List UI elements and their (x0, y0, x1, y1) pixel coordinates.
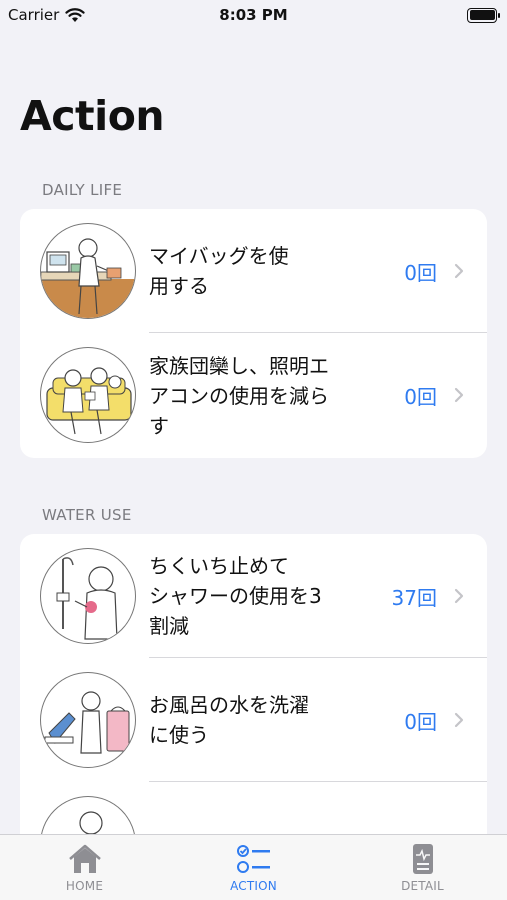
detail-document-icon (412, 844, 433, 874)
battery-icon (467, 7, 500, 23)
item-title-line: ちくいち止めて (149, 554, 289, 578)
daily-life-list: マイバッグを使 用する 0回 家族団欒し、照明エ アコンの使用を減ら す 0回 (20, 209, 487, 458)
action-count: 0回 (404, 384, 437, 409)
tab-label: HOME (65, 879, 104, 893)
status-bar: Carrier 8:03 PM (0, 0, 507, 30)
item-title-line: アコンの使用を減ら (149, 384, 329, 408)
item-title: ちくいち止めて シャワーの使用を3 割減 (149, 551, 369, 641)
item-title: お風呂の水を洗濯 に使う (149, 690, 369, 750)
page-title: Action (20, 92, 165, 140)
action-list-icon (236, 845, 270, 873)
tab-action[interactable]: ACTION (169, 835, 338, 900)
list-item-my-bag[interactable]: マイバッグを使 用する 0回 (20, 209, 487, 333)
list-item-bath-laundry[interactable]: お風呂の水を洗濯 に使う 0回 (20, 658, 487, 782)
chevron-right-icon (451, 333, 467, 457)
item-title-line: す (149, 414, 169, 438)
list-item-family-time[interactable]: 家族団欒し、照明エ アコンの使用を減ら す 0回 (20, 333, 487, 458)
item-title-line: シャワーの使用を3 (149, 584, 322, 608)
tab-bar: HOME ACTION DETAIL (0, 834, 507, 900)
tab-label: ACTION (230, 879, 277, 893)
item-title-line: 家族団欒し、照明エ (149, 354, 329, 378)
list-item-shower[interactable]: ちくいち止めて シャワーの使用を3 割減 37回 (20, 534, 487, 658)
item-title-line: に使う (149, 723, 209, 747)
item-title: 家族団欒し、照明エ アコンの使用を減ら す (149, 351, 369, 441)
action-count: 0回 (404, 709, 437, 734)
action-count: 0回 (404, 260, 437, 285)
tab-home[interactable]: HOME (0, 835, 169, 900)
item-title-line: お風呂の水を洗濯 (149, 693, 309, 717)
item-title-line: マイバッグを使 (149, 244, 289, 268)
item-title: マイバッグを使 用する (149, 241, 369, 301)
item-title-line: 割減 (149, 614, 189, 638)
chevron-right-icon (451, 534, 467, 658)
shower-illustration-icon (40, 548, 136, 644)
tab-label: DETAIL (401, 879, 444, 893)
tab-detail[interactable]: DETAIL (338, 835, 507, 900)
action-count: 37回 (391, 585, 437, 610)
section-header-water-use: WATER USE (42, 506, 132, 524)
laundry-illustration-icon (40, 672, 136, 768)
water-use-list: ちくいち止めて シャワーの使用を3 割減 37回 お風呂の水を洗濯 に使う 0回 (20, 534, 487, 844)
chevron-right-icon (451, 658, 467, 782)
chevron-right-icon (451, 209, 467, 333)
shopping-illustration-icon (40, 223, 136, 319)
item-title-line: 用する (149, 274, 209, 298)
family-sofa-illustration-icon (40, 347, 136, 443)
section-header-daily-life: DAILY LIFE (42, 181, 123, 199)
home-icon (68, 844, 101, 873)
clock: 8:03 PM (219, 6, 288, 24)
